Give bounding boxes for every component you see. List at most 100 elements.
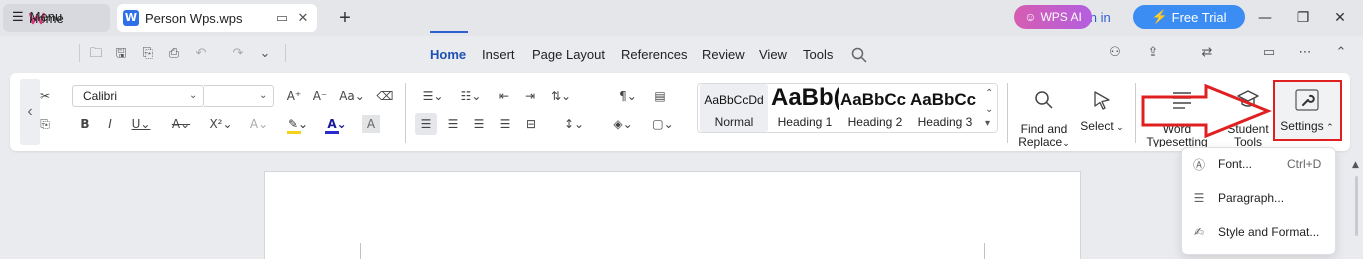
bold-icon[interactable]: B	[76, 115, 94, 133]
margin-marker	[984, 243, 985, 259]
style-heading-1[interactable]: AaBb( Heading 1	[771, 84, 839, 132]
style-normal[interactable]: AaBbCcDd Normal	[700, 84, 768, 132]
active-tab-indicator	[430, 31, 468, 33]
chevron-down-icon[interactable]: ⌄	[259, 90, 267, 101]
font-name-select[interactable]: Calibri	[72, 85, 204, 107]
free-trial-button[interactable]: ⚡ Free Trial	[1133, 5, 1245, 29]
search-icon[interactable]	[851, 47, 867, 63]
styles-scroll-down-icon[interactable]: ⌄	[985, 104, 993, 115]
menu-button[interactable]: ☰ Menu	[12, 9, 62, 25]
window-restore-tab-icon[interactable]: ▭	[274, 10, 290, 26]
sync-icon[interactable]: ⇄	[1199, 45, 1215, 61]
align-right-icon[interactable]: ☰	[470, 115, 488, 133]
divider	[79, 44, 80, 62]
export-pdf-icon[interactable]: ⎘	[140, 46, 156, 62]
style-sample: AaBb(	[771, 84, 839, 111]
undo-icon[interactable]: ↶	[193, 46, 209, 62]
find-replace-button[interactable]: Find and Replace⌄	[1014, 123, 1074, 150]
superscript-icon[interactable]: X²⌄	[208, 115, 234, 133]
tab-home-ribbon[interactable]: Home	[430, 47, 466, 62]
style-sample: AaBbCc	[910, 90, 977, 109]
margin-marker	[360, 243, 361, 259]
menu-item-paragraph[interactable]: ☰ Paragraph...	[1190, 188, 1284, 208]
tab-view[interactable]: View	[759, 47, 787, 62]
close-window-button[interactable]: ✕	[1330, 8, 1350, 28]
decrease-indent-icon[interactable]: ⇤	[495, 87, 513, 105]
cut-icon[interactable]: ✂	[36, 87, 54, 105]
align-left-icon[interactable]: ☰	[415, 113, 437, 135]
style-label: Heading 3	[917, 115, 973, 129]
collapse-ribbon-icon[interactable]: ⌃	[1333, 45, 1349, 61]
select-button[interactable]: Select ⌄	[1076, 120, 1128, 134]
vertical-scrollbar[interactable]: ▲	[1350, 160, 1363, 259]
strikethrough-icon[interactable]: A⌄	[168, 115, 194, 133]
underline-icon[interactable]: U⌄	[128, 115, 154, 133]
clear-formatting-icon[interactable]: ⌫	[376, 87, 394, 105]
show-marks-icon[interactable]: ¶⌄	[615, 87, 641, 105]
select-cursor-icon[interactable]	[1092, 90, 1112, 110]
style-heading-3[interactable]: AaBbCc Heading 3	[910, 84, 980, 132]
menu-item-font[interactable]: Ⓐ Font...	[1190, 154, 1252, 174]
font-name-value: Calibri	[83, 89, 118, 103]
more-options-icon[interactable]: ⋯	[1297, 45, 1313, 61]
customize-quick-access-icon[interactable]: ⌄	[257, 46, 273, 62]
format-painter-icon[interactable]: ⎘	[36, 115, 54, 133]
borders-icon[interactable]: ▢⌄	[650, 115, 676, 133]
new-tab-button[interactable]: +	[336, 7, 354, 30]
divider	[405, 83, 406, 143]
share-user-icon[interactable]: ⚇	[1107, 45, 1123, 61]
change-case-icon[interactable]: Aa⌄	[339, 87, 365, 105]
tab-review[interactable]: Review	[702, 47, 745, 62]
select-label: Select	[1080, 119, 1114, 133]
style-label: Heading 1	[777, 115, 833, 129]
font-color-swatch	[325, 131, 339, 134]
print-icon[interactable]: ⎙	[166, 46, 182, 62]
text-effects-icon[interactable]: A⌄	[246, 115, 272, 133]
bullets-icon[interactable]: ☰⌄	[420, 87, 446, 105]
tab-page-layout[interactable]: Page Layout	[532, 47, 605, 62]
italic-icon[interactable]: I	[101, 115, 119, 133]
tab-tools[interactable]: Tools	[803, 47, 833, 62]
divider	[1007, 83, 1008, 143]
maximize-button[interactable]: ❐	[1293, 8, 1313, 28]
sort-icon[interactable]: ⇅⌄	[548, 87, 574, 105]
distributed-icon[interactable]: ⊟	[522, 115, 540, 133]
tab-references[interactable]: References	[621, 47, 687, 62]
settings-label: Settings	[1280, 119, 1324, 133]
menu-item-style-format[interactable]: ✍ Style and Format...	[1190, 222, 1319, 242]
scroll-up-icon[interactable]: ▲	[1352, 160, 1359, 170]
find-replace-icon[interactable]	[1034, 90, 1054, 110]
styles-scroll-up-icon[interactable]: ⌃	[985, 88, 993, 99]
settings-wrench-icon	[1295, 89, 1319, 111]
numbering-icon[interactable]: ☷⌄	[458, 87, 484, 105]
shading-icon[interactable]: ◈⌄	[610, 115, 636, 133]
align-center-icon[interactable]: ☰	[444, 115, 462, 133]
redo-icon[interactable]: ↷	[230, 46, 246, 62]
styles-expand-icon[interactable]: ▾	[985, 118, 990, 129]
increase-font-size-icon[interactable]: A⁺	[285, 87, 303, 105]
comment-icon[interactable]: ▭	[1261, 45, 1277, 61]
tab-document-label: Person Wps.wps	[145, 10, 243, 26]
close-tab-icon[interactable]: ✕	[295, 10, 311, 26]
divider	[1135, 83, 1136, 143]
line-spacing-icon[interactable]: ↕⌄	[561, 115, 587, 133]
increase-indent-icon[interactable]: ⇥	[521, 87, 539, 105]
tab-insert[interactable]: Insert	[482, 47, 515, 62]
table-grid-icon[interactable]: ▤	[651, 87, 669, 105]
save-icon[interactable]: 🖫	[113, 46, 129, 62]
decrease-font-size-icon[interactable]: A⁻	[311, 87, 329, 105]
style-heading-2[interactable]: AaBbCc Heading 2	[840, 84, 910, 132]
wps-ai-button[interactable]: ☺ WPS AI	[1014, 5, 1092, 29]
share-icon[interactable]: ⇪	[1145, 45, 1161, 61]
character-shading-icon[interactable]: A	[362, 115, 380, 133]
chevron-down-icon[interactable]: ⌄	[189, 90, 197, 101]
justify-icon[interactable]: ☰	[496, 115, 514, 133]
minimize-button[interactable]: —	[1255, 8, 1275, 28]
hamburger-icon: ☰	[12, 9, 24, 24]
font-icon: Ⓐ	[1192, 157, 1205, 172]
scrollbar-thumb[interactable]	[1355, 176, 1358, 236]
open-folder-icon[interactable]: 🗀	[88, 46, 104, 62]
menu-item-shortcut: Ctrl+D	[1287, 157, 1322, 171]
highlight-color-swatch	[287, 131, 301, 134]
document-page[interactable]	[264, 171, 1081, 259]
